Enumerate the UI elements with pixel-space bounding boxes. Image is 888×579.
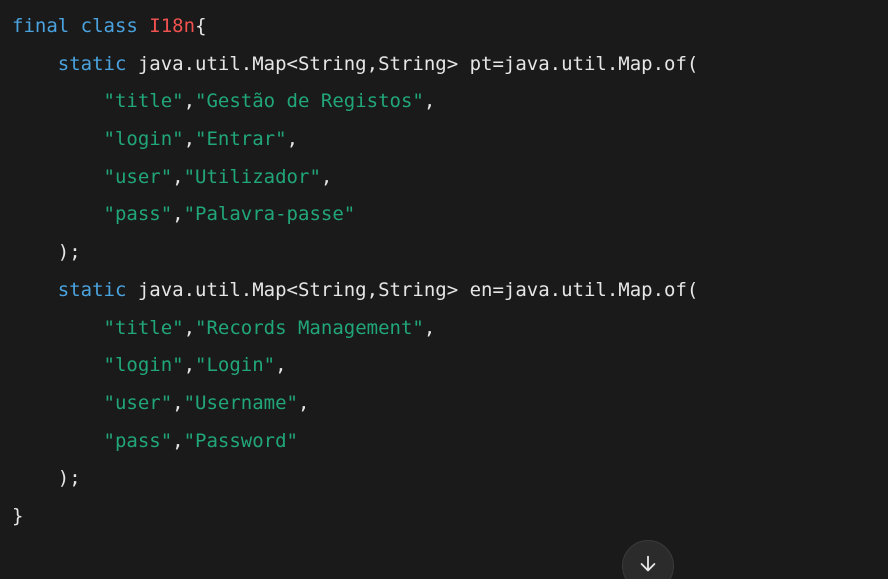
code-text: java.util.Map<String,String> en=java.uti…: [126, 278, 699, 301]
code-line: final class I18n{: [12, 8, 888, 46]
string-value: "Login": [195, 354, 276, 377]
keyword: final class: [12, 15, 138, 37]
code-text: {: [195, 15, 207, 37]
comma: ,: [183, 90, 196, 113]
code-line: "title","Gestão de Registos",: [12, 83, 888, 121]
scroll-to-bottom-button[interactable]: [622, 540, 674, 579]
string-key: "title": [103, 316, 184, 339]
comma: ,: [275, 354, 287, 377]
code-line: "pass","Palavra-passe": [12, 196, 888, 234]
code-block: final class I18n{ static java.util.Map<S…: [0, 0, 888, 579]
class-name: I18n: [149, 15, 196, 37]
comma: ,: [183, 316, 196, 339]
comma: ,: [183, 128, 196, 151]
string-value: "Utilizador": [183, 165, 321, 188]
code-line: );: [12, 460, 888, 498]
comma: ,: [172, 203, 184, 226]
code-text: }: [12, 504, 24, 527]
string-key: "user": [103, 391, 173, 414]
string-key: "pass": [103, 203, 173, 226]
code-text: );: [57, 467, 81, 490]
comma: ,: [172, 391, 184, 414]
code-line: "user","Utilizador",: [12, 159, 888, 197]
comma: ,: [423, 90, 436, 113]
string-key: "login": [103, 354, 184, 377]
string-key: "pass": [103, 429, 173, 452]
code-line: static java.util.Map<String,String> en=j…: [12, 272, 888, 310]
code-content: final class I18n{ static java.util.Map<S…: [0, 0, 888, 536]
code-text: java.util.Map<String,String> pt=java.uti…: [126, 52, 699, 75]
arrow-down-icon: [640, 555, 656, 572]
comma: ,: [298, 391, 310, 414]
code-line: "login","Login",: [12, 347, 888, 385]
code-line: "title","Records Management",: [12, 310, 888, 348]
string-value: "Records Management": [195, 316, 424, 339]
comma: ,: [172, 165, 184, 188]
string-key: "login": [103, 128, 184, 151]
comma: ,: [320, 165, 333, 188]
comma: ,: [183, 354, 196, 377]
code-line: "pass","Password": [12, 423, 888, 461]
comma: ,: [172, 429, 184, 452]
code-text: );: [57, 241, 81, 264]
code-line: "login","Entrar",: [12, 121, 888, 159]
string-key: "title": [103, 90, 184, 113]
string-value: "Password": [183, 429, 298, 452]
keyword: static: [57, 278, 127, 301]
string-value: "Username": [183, 391, 298, 414]
comma: ,: [423, 316, 436, 339]
keyword: static: [57, 52, 127, 75]
string-key: "user": [103, 165, 173, 188]
code-line: );: [12, 234, 888, 272]
code-line: "user","Username",: [12, 385, 888, 423]
code-line: }: [12, 498, 888, 536]
string-value: "Gestão de Registos": [195, 90, 424, 113]
string-value: "Entrar": [195, 128, 287, 151]
string-value: "Palavra-passe": [183, 203, 356, 226]
comma: ,: [286, 128, 299, 151]
code-line: static java.util.Map<String,String> pt=j…: [12, 46, 888, 84]
